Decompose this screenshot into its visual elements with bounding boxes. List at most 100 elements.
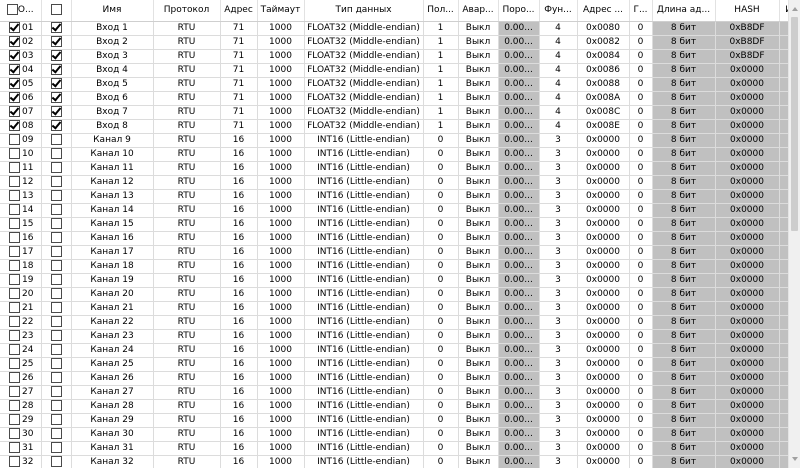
cell-register-address[interactable]: 0x0000 — [577, 399, 630, 414]
cell-name[interactable]: Вход 4 — [71, 63, 154, 78]
cell-function[interactable]: 3 — [539, 413, 578, 428]
cell-timeout[interactable]: 1000 — [257, 427, 305, 442]
cell-name[interactable]: Канал 12 — [71, 175, 154, 190]
cell-timeout[interactable]: 1000 — [257, 119, 305, 134]
cell-address[interactable]: 16 — [220, 455, 258, 468]
cell-enable[interactable] — [41, 273, 72, 288]
cell-g[interactable]: 0 — [629, 175, 653, 190]
cell-g[interactable]: 0 — [629, 259, 653, 274]
row-select-checkbox[interactable] — [9, 106, 21, 117]
cell-pol[interactable]: 0 — [423, 385, 459, 400]
cell-alarm[interactable]: Выкл — [458, 77, 499, 92]
row-select-checkbox[interactable] — [9, 302, 21, 313]
table-row[interactable]: 32 Канал 32 RTU 16 1000 INT16 (Little-endian)… — [0, 455, 788, 468]
cell-address[interactable]: 71 — [220, 119, 258, 134]
cell-g[interactable]: 0 — [629, 455, 653, 468]
cell-data-type[interactable]: INT16 (Little-endian) — [304, 175, 424, 190]
table-row[interactable]: 11 Канал 11 RTU 16 1000 INT16 (Little-endian)… — [0, 161, 788, 176]
row-select-checkbox[interactable] — [9, 386, 21, 397]
cell-enable[interactable] — [41, 329, 72, 344]
cell-pol[interactable]: 0 — [423, 287, 459, 302]
cell-enable[interactable] — [41, 259, 72, 274]
header-protocol[interactable]: Протокол — [153, 0, 221, 22]
table-row[interactable]: 07 Вход 7 RTU 71 1000 FLOAT32 (Middle-endian)… — [0, 105, 788, 120]
cell-number[interactable]: 13 — [0, 189, 42, 204]
cell-function[interactable]: 4 — [539, 49, 578, 64]
cell-timeout[interactable]: 1000 — [257, 175, 305, 190]
cell-enable[interactable] — [41, 63, 72, 78]
cell-protocol[interactable]: RTU — [153, 343, 221, 358]
header-index[interactable]: Индекс — [779, 0, 788, 22]
cell-data-type[interactable]: INT16 (Little-endian) — [304, 455, 424, 468]
cell-register-address[interactable]: 0x0000 — [577, 441, 630, 456]
row-enable-checkbox[interactable] — [50, 50, 62, 61]
cell-g[interactable]: 0 — [629, 343, 653, 358]
cell-address[interactable]: 16 — [220, 203, 258, 218]
cell-register-address[interactable]: 0x0080 — [577, 21, 630, 36]
cell-enable[interactable] — [41, 119, 72, 134]
cell-alarm[interactable]: Выкл — [458, 455, 499, 468]
cell-number[interactable]: 08 — [0, 119, 42, 134]
cell-address[interactable]: 16 — [220, 161, 258, 176]
row-select-checkbox[interactable] — [9, 358, 21, 369]
cell-number[interactable]: 02 — [0, 35, 42, 50]
cell-timeout[interactable]: 1000 — [257, 203, 305, 218]
cell-protocol[interactable]: RTU — [153, 441, 221, 456]
cell-function[interactable]: 3 — [539, 385, 578, 400]
cell-enable[interactable] — [41, 91, 72, 106]
cell-pol[interactable]: 1 — [423, 21, 459, 36]
table-row[interactable]: 20 Канал 20 RTU 16 1000 INT16 (Little-endian)… — [0, 287, 788, 302]
cell-g[interactable]: 0 — [629, 315, 653, 330]
row-select-checkbox[interactable] — [9, 176, 21, 187]
cell-register-address[interactable]: 0x0000 — [577, 203, 630, 218]
row-select-checkbox[interactable] — [9, 288, 21, 299]
row-enable-checkbox[interactable] — [50, 134, 62, 145]
cell-alarm[interactable]: Выкл — [458, 245, 499, 260]
row-select-checkbox[interactable] — [9, 414, 21, 425]
cell-timeout[interactable]: 1000 — [257, 231, 305, 246]
cell-name[interactable]: Вход 7 — [71, 105, 154, 120]
cell-register-address[interactable]: 0x0000 — [577, 427, 630, 442]
cell-g[interactable]: 0 — [629, 287, 653, 302]
cell-alarm[interactable]: Выкл — [458, 371, 499, 386]
cell-alarm[interactable]: Выкл — [458, 315, 499, 330]
cell-timeout[interactable]: 1000 — [257, 371, 305, 386]
cell-pol[interactable]: 0 — [423, 329, 459, 344]
cell-address[interactable]: 16 — [220, 315, 258, 330]
table-row[interactable]: 22 Канал 22 RTU 16 1000 INT16 (Little-endian)… — [0, 315, 788, 330]
cell-register-address[interactable]: 0x0000 — [577, 161, 630, 176]
cell-number[interactable]: 15 — [0, 217, 42, 232]
cell-register-address[interactable]: 0x008E — [577, 119, 630, 134]
cell-data-type[interactable]: INT16 (Little-endian) — [304, 147, 424, 162]
cell-function[interactable]: 3 — [539, 441, 578, 456]
cell-address[interactable]: 71 — [220, 77, 258, 92]
row-select-checkbox[interactable] — [9, 372, 21, 383]
cell-alarm[interactable]: Выкл — [458, 413, 499, 428]
cell-name[interactable]: Канал 27 — [71, 385, 154, 400]
table-row[interactable]: 19 Канал 19 RTU 16 1000 INT16 (Little-endian)… — [0, 273, 788, 288]
cell-protocol[interactable]: RTU — [153, 273, 221, 288]
cell-number[interactable]: 23 — [0, 329, 42, 344]
cell-register-address[interactable]: 0x0000 — [577, 189, 630, 204]
cell-register-address[interactable]: 0x0000 — [577, 315, 630, 330]
table-row[interactable]: 27 Канал 27 RTU 16 1000 INT16 (Little-endian)… — [0, 385, 788, 400]
cell-protocol[interactable]: RTU — [153, 203, 221, 218]
cell-data-type[interactable]: INT16 (Little-endian) — [304, 161, 424, 176]
row-select-checkbox[interactable] — [9, 190, 21, 201]
cell-address[interactable]: 16 — [220, 245, 258, 260]
cell-address[interactable]: 16 — [220, 147, 258, 162]
cell-function[interactable]: 3 — [539, 343, 578, 358]
cell-timeout[interactable]: 1000 — [257, 399, 305, 414]
cell-number[interactable]: 16 — [0, 231, 42, 246]
cell-alarm[interactable]: Выкл — [458, 329, 499, 344]
table-row[interactable]: 28 Канал 28 RTU 16 1000 INT16 (Little-endian)… — [0, 399, 788, 414]
cell-function[interactable]: 3 — [539, 147, 578, 162]
row-enable-checkbox[interactable] — [50, 442, 62, 453]
cell-timeout[interactable]: 1000 — [257, 441, 305, 456]
cell-enable[interactable] — [41, 399, 72, 414]
cell-pol[interactable]: 0 — [423, 427, 459, 442]
cell-number[interactable]: 27 — [0, 385, 42, 400]
row-enable-checkbox[interactable] — [50, 274, 62, 285]
cell-enable[interactable] — [41, 49, 72, 64]
cell-name[interactable]: Канал 14 — [71, 203, 154, 218]
